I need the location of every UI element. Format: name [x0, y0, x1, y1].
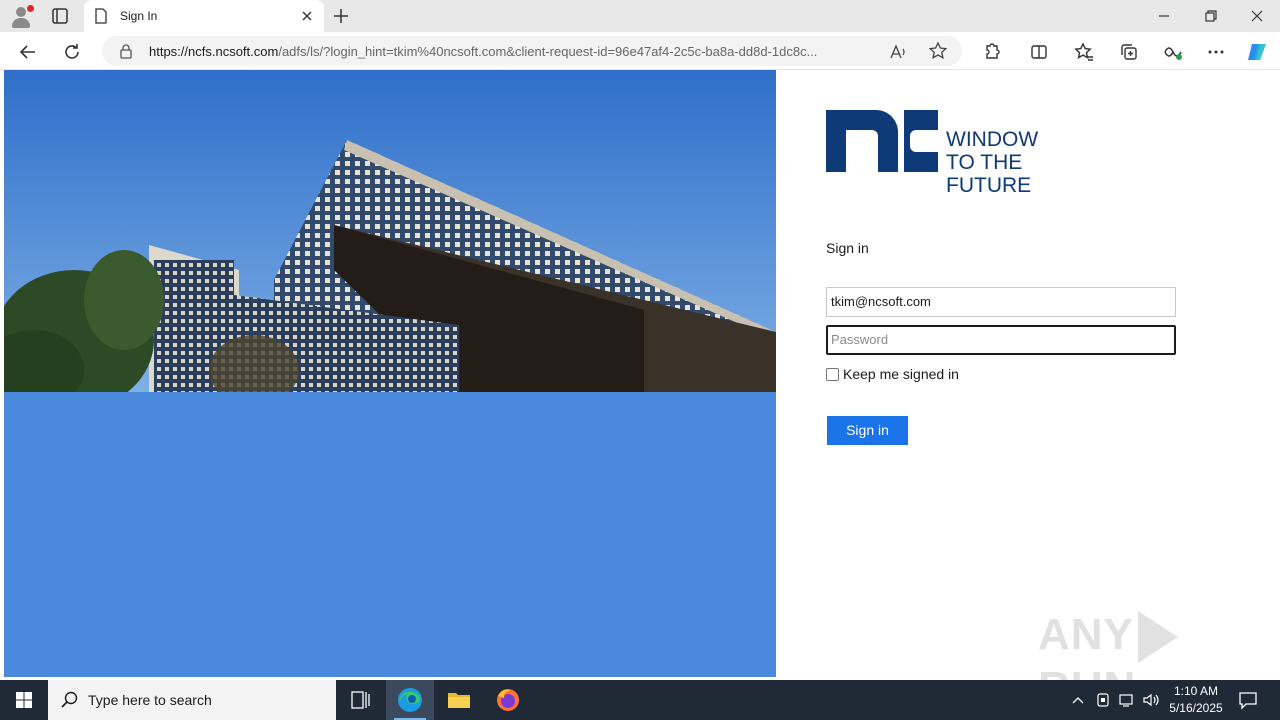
- nc-logo: WINDOW TO THE FUTURE: [826, 110, 1098, 197]
- tab-sign-in[interactable]: Sign In: [84, 0, 324, 32]
- watermark-left: ANY: [1038, 610, 1134, 659]
- clock-time: 1:10 AM: [1173, 684, 1219, 698]
- search-placeholder: Type here to search: [88, 692, 212, 708]
- clock-date: 5/16/2025: [1169, 701, 1223, 715]
- logo-line-1: WINDOW: [946, 128, 1039, 151]
- back-icon[interactable]: [16, 40, 40, 64]
- volume-icon[interactable]: [1141, 690, 1161, 710]
- tab-actions-icon[interactable]: [48, 4, 72, 28]
- restore-icon[interactable]: [1198, 4, 1222, 28]
- split-screen-icon[interactable]: [1027, 40, 1051, 64]
- windows-icon: [16, 692, 32, 708]
- file-explorer-icon[interactable]: [435, 680, 483, 720]
- page-content: WINDOW TO THE FUTURE Sign in tkim@ncsoft…: [4, 70, 1276, 712]
- start-button[interactable]: [0, 680, 48, 720]
- logo-slogan: WINDOW TO THE FUTURE: [946, 128, 1098, 197]
- page-icon: [94, 8, 108, 29]
- task-view-icon[interactable]: [336, 680, 384, 720]
- keep-signed-in-label: Keep me signed in: [843, 366, 959, 382]
- taskbar-clock[interactable]: 1:10 AM 5/16/2025: [1164, 683, 1228, 717]
- browser-tab-strip: Sign In: [0, 0, 1280, 32]
- collections-icon[interactable]: [1117, 40, 1141, 64]
- lock-icon[interactable]: [118, 43, 134, 64]
- nc-logo-mark: [826, 110, 938, 172]
- window-close-icon[interactable]: [1245, 4, 1269, 28]
- url-text[interactable]: https://ncfs.ncsoft.com/adfs/ls/?login_h…: [149, 44, 879, 59]
- edge-taskbar-icon[interactable]: [386, 680, 434, 720]
- url-host: https://ncfs.ncsoft.com: [149, 44, 279, 59]
- read-aloud-icon[interactable]: [888, 42, 908, 62]
- notification-icon[interactable]: [1236, 688, 1260, 712]
- logo-line-2: TO THE FUTURE: [946, 151, 1032, 197]
- copilot-icon[interactable]: [1245, 40, 1269, 64]
- password-field[interactable]: Password: [826, 325, 1176, 355]
- minimize-icon[interactable]: [1152, 4, 1176, 28]
- extensions-icon[interactable]: [979, 40, 1003, 64]
- tab-title: Sign In: [120, 9, 158, 23]
- firefox-icon[interactable]: [484, 680, 532, 720]
- address-bar[interactable]: https://ncfs.ncsoft.com/adfs/ls/?login_h…: [102, 36, 962, 66]
- browser-essentials-icon[interactable]: [1161, 40, 1185, 64]
- show-hidden-icons-icon[interactable]: [1068, 690, 1088, 710]
- checkbox-box[interactable]: [826, 367, 839, 381]
- close-icon[interactable]: [298, 7, 316, 25]
- sign-in-button[interactable]: Sign in: [827, 416, 908, 445]
- favorites-icon[interactable]: [1072, 40, 1096, 64]
- security-icon[interactable]: [1093, 690, 1113, 710]
- browser-toolbar: https://ncfs.ncsoft.com/adfs/ls/?login_h…: [0, 32, 1280, 70]
- building-illustration: [4, 70, 776, 677]
- profile-icon[interactable]: [8, 3, 34, 29]
- url-path: /adfs/ls/?login_hint=tkim%40ncsoft.com&c…: [278, 44, 818, 59]
- more-icon[interactable]: [1204, 40, 1228, 64]
- taskbar-search[interactable]: Type here to search: [48, 680, 336, 720]
- play-icon: [1137, 611, 1178, 664]
- taskbar: Type here to search 1:10 AM 5/16/2025: [0, 680, 1280, 720]
- refresh-icon[interactable]: [60, 40, 84, 64]
- network-icon[interactable]: [1117, 690, 1137, 710]
- username-field[interactable]: tkim@ncsoft.com: [826, 287, 1176, 317]
- new-tab-icon[interactable]: [330, 5, 352, 27]
- search-icon: [60, 690, 80, 715]
- keep-signed-in-checkbox[interactable]: Keep me signed in: [826, 366, 959, 382]
- login-panel: WINDOW TO THE FUTURE Sign in tkim@ncsoft…: [776, 70, 1276, 712]
- sign-in-heading: Sign in: [826, 240, 869, 256]
- favorite-star-icon[interactable]: [928, 41, 948, 61]
